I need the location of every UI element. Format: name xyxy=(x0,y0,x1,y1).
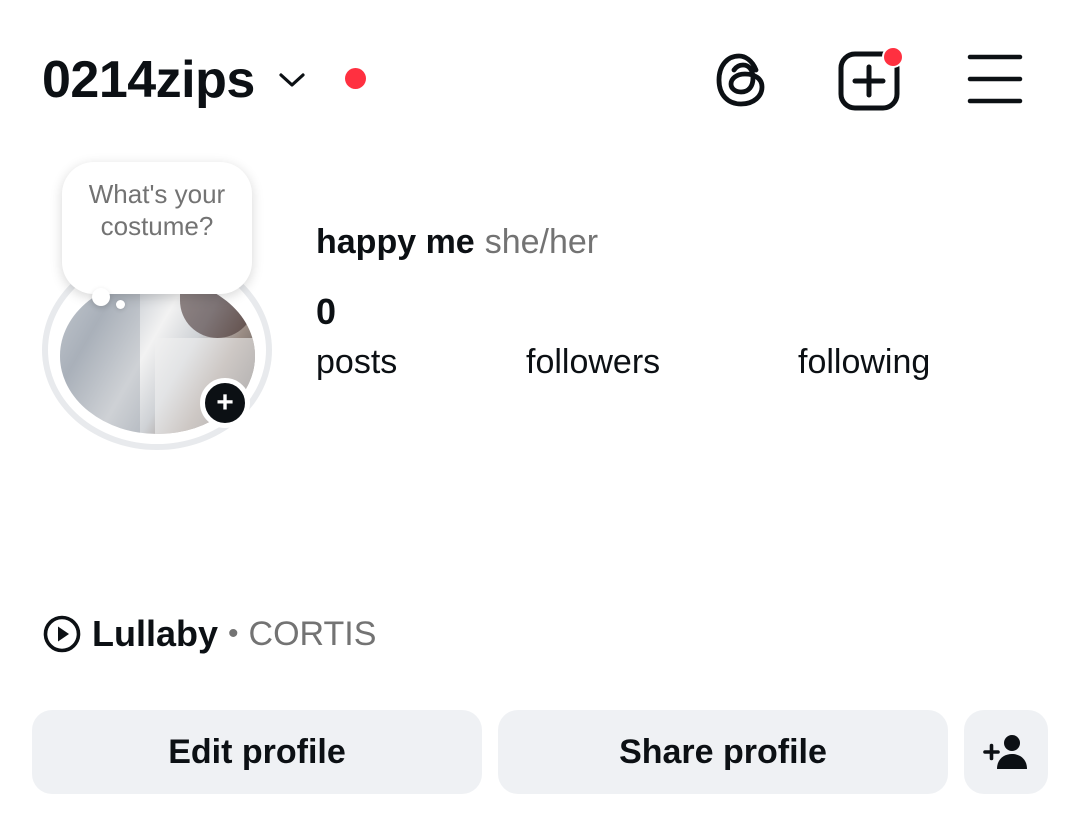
profile-music[interactable]: Lullaby • CORTIS xyxy=(42,612,376,656)
stat-following[interactable]: following xyxy=(798,292,930,382)
discover-people-button[interactable] xyxy=(964,710,1048,794)
account-switcher[interactable]: 0214zips xyxy=(42,48,307,112)
song-title: Lullaby xyxy=(92,613,219,654)
play-circle-icon xyxy=(43,615,81,653)
followers-count xyxy=(526,292,660,332)
profile-screen: 0214zips + What's your costume? happy me… xyxy=(0,0,1080,825)
threads-icon[interactable] xyxy=(712,50,770,110)
add-person-icon xyxy=(983,735,1027,769)
edit-profile-button[interactable]: Edit profile xyxy=(32,710,482,794)
stat-posts[interactable]: 0 posts xyxy=(316,292,397,382)
chevron-down-icon xyxy=(279,73,305,87)
note-text: What's your costume? xyxy=(88,179,226,241)
music-separator: • xyxy=(228,617,239,650)
posts-label: posts xyxy=(316,343,398,381)
stat-followers[interactable]: followers xyxy=(526,292,660,382)
song-artist: CORTIS xyxy=(248,614,377,653)
notification-dot xyxy=(345,68,366,89)
following-label: following xyxy=(798,343,931,381)
pronouns: she/her xyxy=(484,223,599,261)
create-post-button[interactable] xyxy=(836,46,906,112)
followers-label: followers xyxy=(526,343,661,381)
display-name: happy me xyxy=(316,223,475,261)
create-notification-dot xyxy=(882,46,904,68)
add-story-button[interactable]: + xyxy=(200,378,250,428)
edit-profile-label: Edit profile xyxy=(168,732,346,771)
profile-name-line: happy me she/her xyxy=(316,222,598,262)
posts-count: 0 xyxy=(316,291,337,332)
note-tail xyxy=(92,288,110,306)
share-profile-button[interactable]: Share profile xyxy=(498,710,948,794)
share-profile-label: Share profile xyxy=(619,732,827,771)
note-bubble[interactable]: What's your costume? xyxy=(62,162,252,294)
following-count xyxy=(798,292,930,332)
profile-header: 0214zips xyxy=(0,0,1080,160)
plus-icon: + xyxy=(216,386,234,419)
hamburger-menu-icon[interactable] xyxy=(966,52,1024,106)
note-tail-small xyxy=(116,300,125,309)
username: 0214zips xyxy=(42,51,255,109)
